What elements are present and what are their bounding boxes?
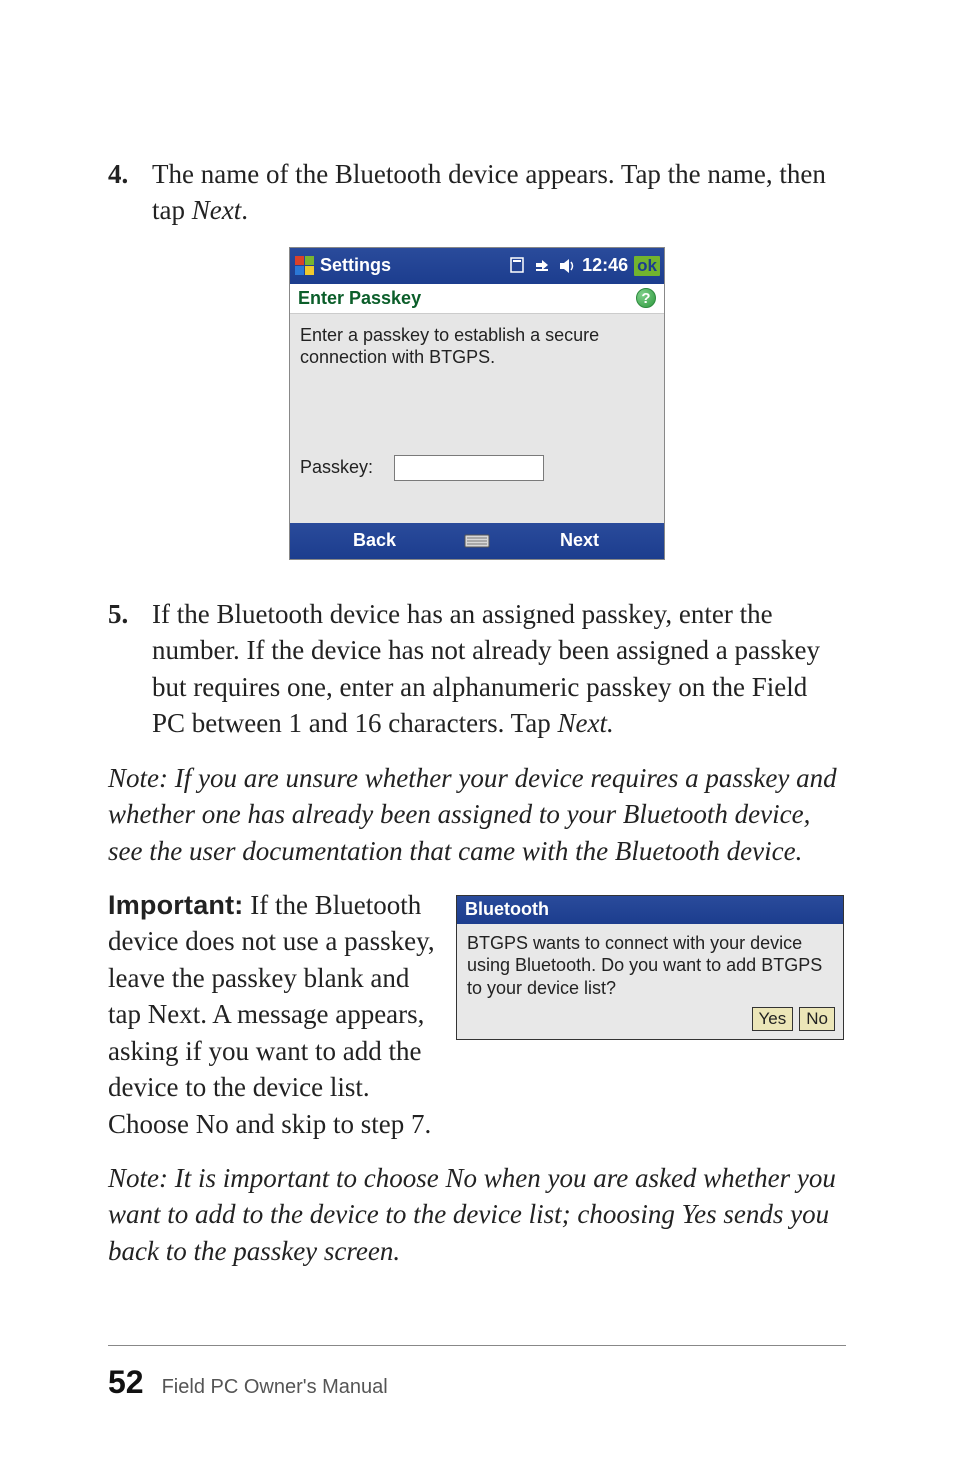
step-4-text: The name of the Bluetooth device appears… [152, 156, 846, 229]
step-5-number: 5. [108, 596, 152, 742]
enter-passkey-heading: Enter Passkey [298, 288, 421, 309]
important-body: If the Bluetooth device does not use a p… [108, 890, 435, 1139]
page-number: 52 [108, 1364, 144, 1401]
settings-titlebar: Settings 12:46 ok [290, 248, 664, 284]
no-button[interactable]: No [799, 1007, 835, 1031]
dialog-title: Bluetooth [457, 896, 843, 924]
passkey-message: Enter a passkey to establish a secure co… [300, 324, 654, 369]
step-5-text: If the Bluetooth device has an assigned … [152, 596, 846, 742]
status-time: 12:46 [582, 255, 628, 276]
step-5-a: If the Bluetooth device has an assigned … [152, 599, 820, 738]
step-4-b: . [241, 195, 248, 225]
note-choose-no: Note: It is important to choose No when … [108, 1160, 846, 1269]
important-label: Important: [108, 890, 243, 920]
step-5-em: Next. [557, 708, 613, 738]
keyboard-icon[interactable] [459, 532, 495, 550]
sync-icon [534, 257, 552, 275]
ok-button[interactable]: ok [634, 256, 660, 276]
important-paragraph: Important: If the Bluetooth device does … [108, 887, 438, 1142]
passkey-input[interactable] [394, 455, 544, 481]
settings-title: Settings [320, 255, 510, 276]
help-icon[interactable]: ? [636, 288, 656, 308]
note-passkey-unsure: Note: If you are unsure whether your dev… [108, 760, 846, 869]
windows-flag-icon [294, 255, 316, 277]
page-footer: 52 Field PC Owner's Manual [108, 1345, 846, 1401]
step-4-a: The name of the Bluetooth device appears… [152, 159, 826, 225]
dialog-body: BTGPS wants to connect with your device … [457, 924, 843, 1002]
back-button[interactable]: Back [290, 530, 459, 551]
bottom-bar: Back Next [290, 523, 664, 559]
passkey-label: Passkey: [300, 457, 384, 478]
step-4-em: Next [192, 195, 241, 225]
manual-title: Field PC Owner's Manual [162, 1376, 388, 1399]
settings-screenshot: Settings 12:46 ok Enter Passkey ? Enter … [289, 247, 665, 560]
speaker-icon [558, 257, 576, 275]
signal-icon [510, 257, 528, 275]
next-button[interactable]: Next [495, 530, 664, 551]
yes-button[interactable]: Yes [752, 1007, 794, 1031]
subheader: Enter Passkey ? [290, 284, 664, 314]
bluetooth-dialog: Bluetooth BTGPS wants to connect with yo… [456, 895, 844, 1041]
status-bar: 12:46 [510, 255, 628, 276]
step-4-number: 4. [108, 156, 152, 229]
